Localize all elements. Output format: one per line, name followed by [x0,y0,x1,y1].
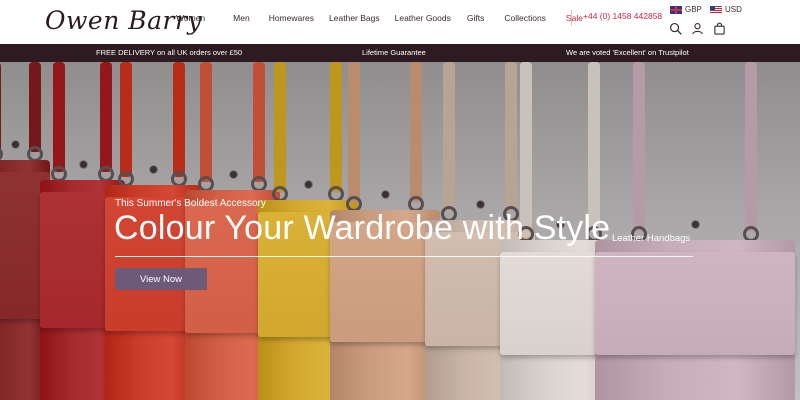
nav-item-gifts[interactable]: Gifts [467,13,484,23]
currency-usd[interactable]: USD [710,5,742,14]
site-header: Owen Barry Women Men Homewares Leather B… [0,0,800,44]
nav-item-sale[interactable]: Sale [566,13,583,23]
promo-lifetime-guarantee[interactable]: Lifetime Guarantee [362,48,426,57]
hero-divider [115,256,693,257]
hero-banner[interactable]: This Summer's Boldest Accessory Colour Y… [0,62,800,400]
uk-flag-icon [670,5,682,14]
nav-item-men[interactable]: Men [233,13,250,23]
promo-bar: FREE DELIVERY on all UK orders over £50 … [0,44,800,62]
nav-divider [571,10,572,26]
currency-gbp[interactable]: GBP [670,5,702,14]
hero-headline: Colour Your Wardrobe with Style [114,209,611,247]
nav-item-collections[interactable]: Collections [504,13,546,23]
us-flag-icon [710,5,722,14]
search-icon[interactable] [668,21,682,35]
header-icons [668,21,734,35]
nav-item-leather-goods[interactable]: Leather Goods [395,13,451,23]
hero-category-label: Leather Handbags [612,233,691,244]
nav-item-homewares[interactable]: Homewares [269,13,314,23]
hero-kicker: This Summer's Boldest Accessory [115,198,266,209]
promo-trustpilot[interactable]: We are voted 'Excellent' on Trustpilot [566,48,689,57]
basket-icon[interactable] [712,21,726,35]
phone-number[interactable]: +44 (0) 1458 442858 [583,11,662,21]
currency-gbp-label: GBP [685,5,702,14]
view-now-button[interactable]: View Now [115,268,207,290]
account-icon[interactable] [690,21,704,35]
promo-free-delivery[interactable]: FREE DELIVERY on all UK orders over £50 [96,48,242,57]
nav-item-leather-bags[interactable]: Leather Bags [329,13,380,23]
currency-usd-label: USD [725,5,742,14]
main-nav: Women Men Homewares Leather Bags Leather… [176,10,583,26]
nav-item-women[interactable]: Women [176,13,205,23]
